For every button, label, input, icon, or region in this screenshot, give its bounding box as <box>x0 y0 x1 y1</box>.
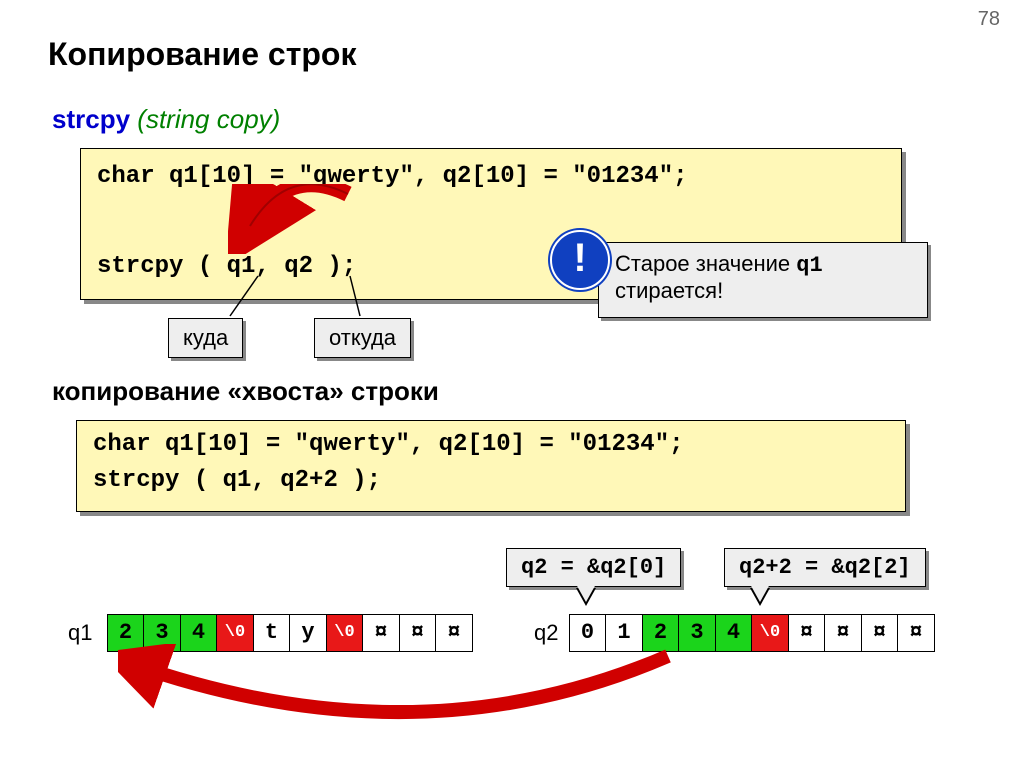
memory-cell: ¤ <box>824 614 862 652</box>
note-q1: q1 <box>796 253 822 278</box>
memory-cell: ¤ <box>788 614 826 652</box>
subtitle-fn: strcpy <box>52 104 130 134</box>
mid-heading: копирование «хвоста» строки <box>52 376 439 407</box>
bottom-red-arrow-icon <box>118 644 748 734</box>
code2-line1: char q1[10] = "qwerty", q2[10] = "01234"… <box>93 431 684 458</box>
bubble-tail-icon <box>750 584 770 602</box>
slide-title: Копирование строк <box>48 36 356 73</box>
exclamation-icon: ! <box>550 230 610 290</box>
label-otkuda: откуда <box>314 318 411 358</box>
code2-line2: strcpy ( q1, q2+2 ); <box>93 467 381 494</box>
bubble-q2: q2 = &q2[0] <box>506 548 681 587</box>
subtitle: strcpy (string copy) <box>52 104 280 135</box>
memory-cell: ¤ <box>861 614 899 652</box>
note-text1: Старое значение <box>615 251 796 276</box>
note-text2: стирается! <box>615 278 723 303</box>
bubble-q2plus2: q2+2 = &q2[2] <box>724 548 926 587</box>
memory-cell: \0 <box>751 614 789 652</box>
strip2-label: q2 <box>534 620 558 646</box>
code1-line1: char q1[10] = "qwerty", q2[10] = "01234"… <box>97 163 688 190</box>
page-number: 78 <box>978 8 1000 31</box>
code-block-2: char q1[10] = "qwerty", q2[10] = "01234"… <box>76 420 906 512</box>
label-kuda: куда <box>168 318 243 358</box>
bubble-tail-icon <box>576 584 596 602</box>
note-box: Старое значение q1 стирается! <box>598 242 928 318</box>
subtitle-desc: (string copy) <box>137 104 280 134</box>
memory-cell: ¤ <box>897 614 935 652</box>
red-arrow-icon <box>228 184 388 254</box>
strip1-label: q1 <box>68 620 92 646</box>
